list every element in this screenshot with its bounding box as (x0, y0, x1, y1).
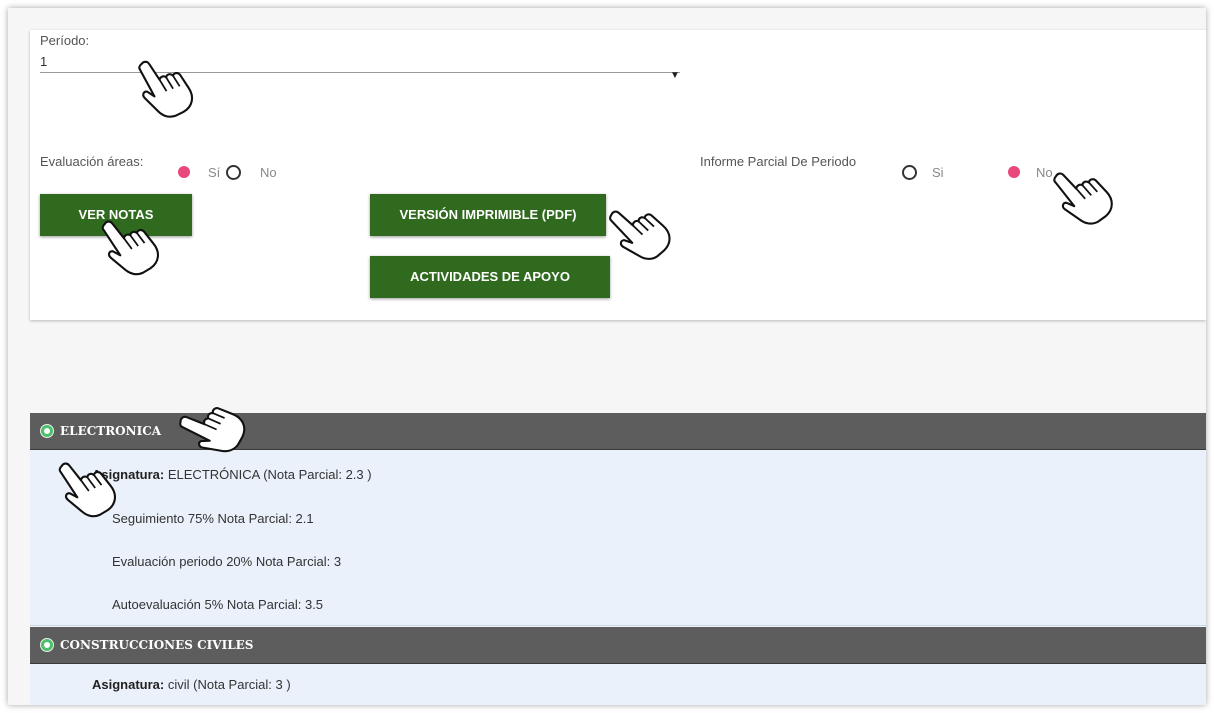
list-item: Seguimiento 75% Nota Parcial: 2.1 (112, 511, 314, 526)
informe-no-radio[interactable] (1008, 166, 1020, 178)
informe-si-radio[interactable] (902, 165, 917, 180)
evaluacion-si-radio[interactable] (178, 166, 190, 178)
section-title: CONSTRUCCIONES CIVILES (60, 638, 254, 652)
evaluacion-no-radio[interactable] (226, 165, 241, 180)
pointing-hand-icon (95, 210, 165, 280)
asignatura-row: Asignatura: civil (Nota Parcial: 3 ) (92, 677, 291, 692)
expand-circle-icon[interactable] (40, 424, 54, 438)
informe-parcial-label: Informe Parcial De Periodo (700, 154, 857, 169)
list-item: Evaluación periodo 20% Nota Parcial: 3 (112, 554, 342, 569)
evaluacion-si-label: Sí (208, 165, 221, 180)
list-item: Autoevaluación 5% Nota Parcial: 3.5 (112, 597, 324, 612)
asignatura-row: Asignatura: ELECTRÓNICA (Nota Parcial: 2… (92, 467, 372, 482)
actividades-apoyo-button[interactable]: ACTIVIDADES DE APOYO (370, 256, 610, 298)
asignatura-value: ELECTRÓNICA (Nota Parcial: 2.3 ) (167, 467, 372, 482)
section-title: ELECTRONICA (60, 424, 162, 438)
section-body-construcciones: Asignatura: civil (Nota Parcial: 3 ) (30, 664, 1206, 705)
pointing-hand-icon (52, 452, 122, 522)
dropdown-arrow-icon[interactable]: ▼ (670, 70, 680, 81)
evaluacion-no-label: No (260, 165, 277, 180)
pointing-hand-icon (131, 52, 198, 122)
version-imprimible-button[interactable]: VERSIÓN IMPRIMIBLE (PDF) (370, 194, 606, 236)
periodo-label: Período: (40, 33, 90, 48)
section-header-construcciones[interactable]: CONSTRUCCIONES CIVILES (30, 627, 1206, 664)
filter-card: Período: 1 ▼ Evaluación áreas: Sí No Inf… (30, 30, 1206, 320)
asignatura-label: Asignatura: (92, 677, 165, 692)
pointing-hand-icon (1048, 160, 1118, 230)
pointing-hand-icon (605, 196, 675, 266)
section-body-electronica: Asignatura: ELECTRÓNICA (Nota Parcial: 2… (30, 450, 1206, 626)
pointing-hand-icon (178, 392, 248, 462)
periodo-select[interactable]: 1 (40, 54, 47, 69)
informe-si-label: Si (932, 165, 944, 180)
expand-circle-icon[interactable] (40, 638, 54, 652)
asignatura-value: civil (Nota Parcial: 3 ) (167, 677, 291, 692)
evaluacion-areas-label: Evaluación áreas: (40, 154, 144, 169)
